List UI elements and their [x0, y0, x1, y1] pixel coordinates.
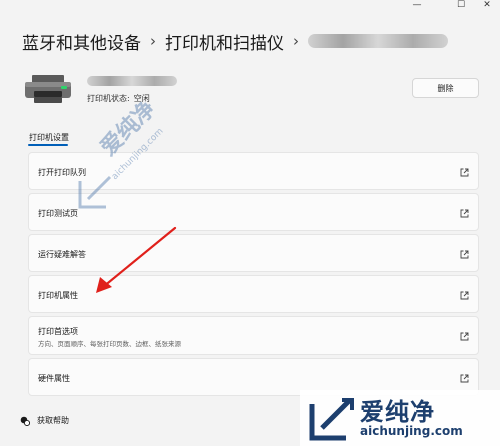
- watermark-brand-cn: 爱纯净: [360, 398, 435, 426]
- watermark-logo-icon: [309, 398, 354, 441]
- watermark-brand-en: aichunjing.com: [360, 424, 463, 438]
- annotation-arrow: [96, 226, 177, 293]
- watermark-logo: 爱纯净 aichunjing.com: [300, 390, 500, 446]
